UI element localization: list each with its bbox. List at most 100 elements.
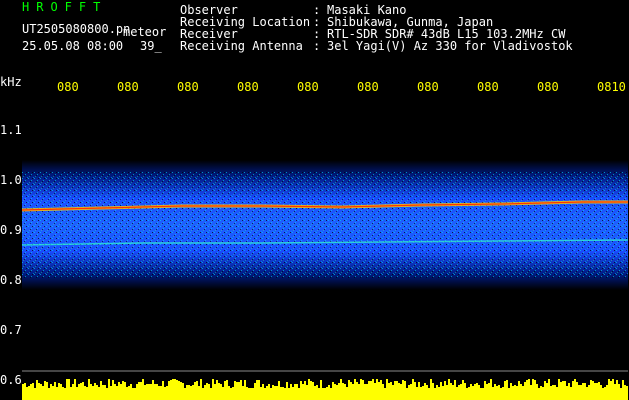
level-bar <box>148 384 150 400</box>
level-bar <box>368 381 370 400</box>
level-bar <box>246 387 248 400</box>
level-bar <box>624 385 626 400</box>
level-bar <box>366 384 368 400</box>
level-bar <box>512 386 514 400</box>
level-bar <box>202 388 204 400</box>
level-bar <box>454 380 456 400</box>
level-bar <box>322 388 324 400</box>
level-bar <box>610 381 612 400</box>
level-bar <box>286 382 288 400</box>
level-bar <box>398 383 400 400</box>
level-bar <box>224 381 226 400</box>
level-bar <box>236 382 238 400</box>
level-bar <box>72 384 74 400</box>
level-bar <box>484 381 486 400</box>
level-bar <box>70 387 72 400</box>
level-bar <box>74 379 76 400</box>
level-bar <box>140 382 142 400</box>
level-bar <box>272 385 274 400</box>
x-tick-label: 080 <box>537 80 559 94</box>
level-bar <box>284 388 286 400</box>
level-bar <box>48 388 50 400</box>
level-bar <box>102 385 104 400</box>
level-bar <box>82 382 84 400</box>
level-bar <box>266 386 268 400</box>
level-bar <box>30 384 32 400</box>
level-bar <box>538 388 540 400</box>
level-bar <box>620 388 622 400</box>
level-bar <box>262 384 264 400</box>
level-bar <box>212 379 214 400</box>
level-bar <box>280 387 282 400</box>
level-bar <box>238 382 240 400</box>
level-bar <box>84 386 86 400</box>
level-bar <box>258 380 260 400</box>
level-bar <box>240 380 242 400</box>
level-bar <box>506 380 508 400</box>
date-time: 25.05.08 08:00 <box>22 39 124 53</box>
x-tick-label: 0810 <box>597 80 626 94</box>
level-bar <box>22 384 24 400</box>
level-bar <box>162 381 164 400</box>
level-bar <box>516 386 518 400</box>
level-bar <box>100 381 102 400</box>
level-bar <box>80 383 82 400</box>
level-bar <box>486 384 488 400</box>
level-bar <box>158 386 160 400</box>
level-bar <box>392 385 394 400</box>
level-bar <box>104 385 106 400</box>
spectrogram <box>22 160 628 400</box>
level-bar <box>360 379 362 400</box>
y-tick-label: 0.9 <box>0 223 22 237</box>
level-bar <box>598 382 600 400</box>
level-bar <box>622 380 624 400</box>
level-bar <box>164 387 166 400</box>
level-bar <box>96 385 98 400</box>
level-bar <box>98 387 100 400</box>
level-bar <box>510 383 512 400</box>
file-subtitle: meteor <box>123 25 167 39</box>
y-tick-label: 0.8 <box>0 273 22 287</box>
level-bar <box>470 384 472 400</box>
level-bar <box>254 383 256 400</box>
level-bar <box>200 379 202 400</box>
level-bar <box>42 386 44 400</box>
level-bar <box>532 379 534 400</box>
level-bar <box>324 388 326 400</box>
level-bar <box>118 382 120 400</box>
level-bar <box>474 384 476 400</box>
level-bar <box>588 385 590 400</box>
level-bar <box>434 388 436 400</box>
level-bar <box>416 387 418 400</box>
level-bar <box>582 383 584 400</box>
level-bar <box>528 379 530 400</box>
level-bar <box>616 380 618 400</box>
level-bar <box>534 380 536 400</box>
level-bar <box>192 385 194 400</box>
y-tick-label: 1.1 <box>0 123 22 137</box>
level-bar <box>604 387 606 400</box>
level-bar <box>178 381 180 400</box>
level-bar <box>364 384 366 400</box>
level-bar <box>208 384 210 400</box>
level-bar <box>318 388 320 400</box>
level-bar <box>424 383 426 400</box>
level-bar <box>584 383 586 400</box>
level-bar <box>554 385 556 400</box>
level-bar <box>574 379 576 400</box>
level-bar <box>110 386 112 400</box>
level-bar <box>234 381 236 400</box>
level-bar <box>552 385 554 400</box>
level-bar <box>536 384 538 400</box>
y-tick-label: 0.6 <box>0 373 22 387</box>
level-bar <box>114 384 116 400</box>
level-bar <box>422 386 424 400</box>
level-bar <box>316 385 318 400</box>
level-bar <box>520 384 522 400</box>
level-bar <box>196 381 198 400</box>
level-bar <box>562 381 564 400</box>
level-bar <box>374 383 376 400</box>
level-bar <box>306 385 308 400</box>
level-bar <box>220 384 222 400</box>
level-bar <box>232 387 234 400</box>
